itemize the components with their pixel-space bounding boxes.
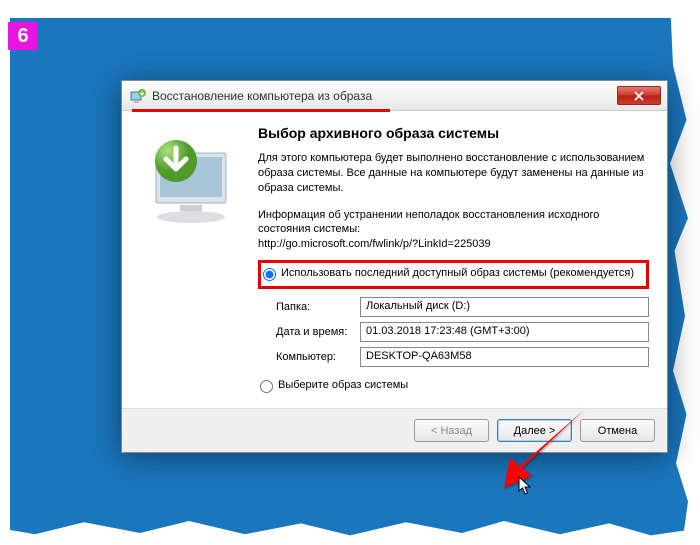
radio-use-latest-input[interactable] bbox=[263, 268, 276, 281]
datetime-value: 01.03.2018 17:23:48 (GMT+3:00) bbox=[360, 322, 649, 342]
radio-select-image[interactable]: Выберите образ системы bbox=[258, 375, 649, 398]
close-icon bbox=[634, 91, 644, 101]
button-bar: < Назад Далее > Отмена bbox=[122, 408, 667, 452]
wizard-heading: Выбор архивного образа системы bbox=[258, 125, 649, 141]
wizard-description: Для этого компьютера будет выполнено вос… bbox=[258, 151, 649, 196]
back-button: < Назад bbox=[414, 419, 489, 442]
computer-label: Компьютер: bbox=[276, 351, 360, 363]
wizard-image bbox=[140, 125, 258, 398]
computer-value: DESKTOP-QA63M58 bbox=[360, 347, 649, 367]
folder-value: Локальный диск (D:) bbox=[360, 297, 649, 317]
dialog-title: Восстановление компьютера из образа bbox=[152, 89, 617, 103]
datetime-label: Дата и время: bbox=[276, 326, 360, 338]
next-button[interactable]: Далее > bbox=[497, 419, 572, 442]
troubleshoot-link[interactable]: http://go.microsoft.com/fwlink/p/?LinkId… bbox=[258, 238, 491, 250]
cancel-button[interactable]: Отмена bbox=[580, 419, 655, 442]
radio-select-image-label: Выберите образ системы bbox=[278, 379, 408, 391]
step-number-badge: 6 bbox=[8, 22, 38, 50]
folder-label: Папка: bbox=[276, 301, 360, 313]
titlebar: Восстановление компьютера из образа bbox=[122, 81, 667, 111]
close-button[interactable] bbox=[617, 86, 661, 105]
decorative-underline bbox=[132, 109, 390, 112]
app-icon bbox=[130, 88, 146, 104]
decorative-edge bbox=[0, 0, 10, 545]
radio-select-image-input[interactable] bbox=[260, 380, 273, 393]
troubleshoot-text: Информация об устранении неполадок восст… bbox=[258, 209, 599, 236]
radio-use-latest[interactable]: Использовать последний доступный образ с… bbox=[258, 260, 649, 289]
decorative-edge bbox=[0, 0, 700, 18]
restore-dialog: Восстановление компьютера из образа Выбо… bbox=[121, 80, 668, 453]
radio-use-latest-label: Использовать последний доступный образ с… bbox=[281, 267, 634, 279]
